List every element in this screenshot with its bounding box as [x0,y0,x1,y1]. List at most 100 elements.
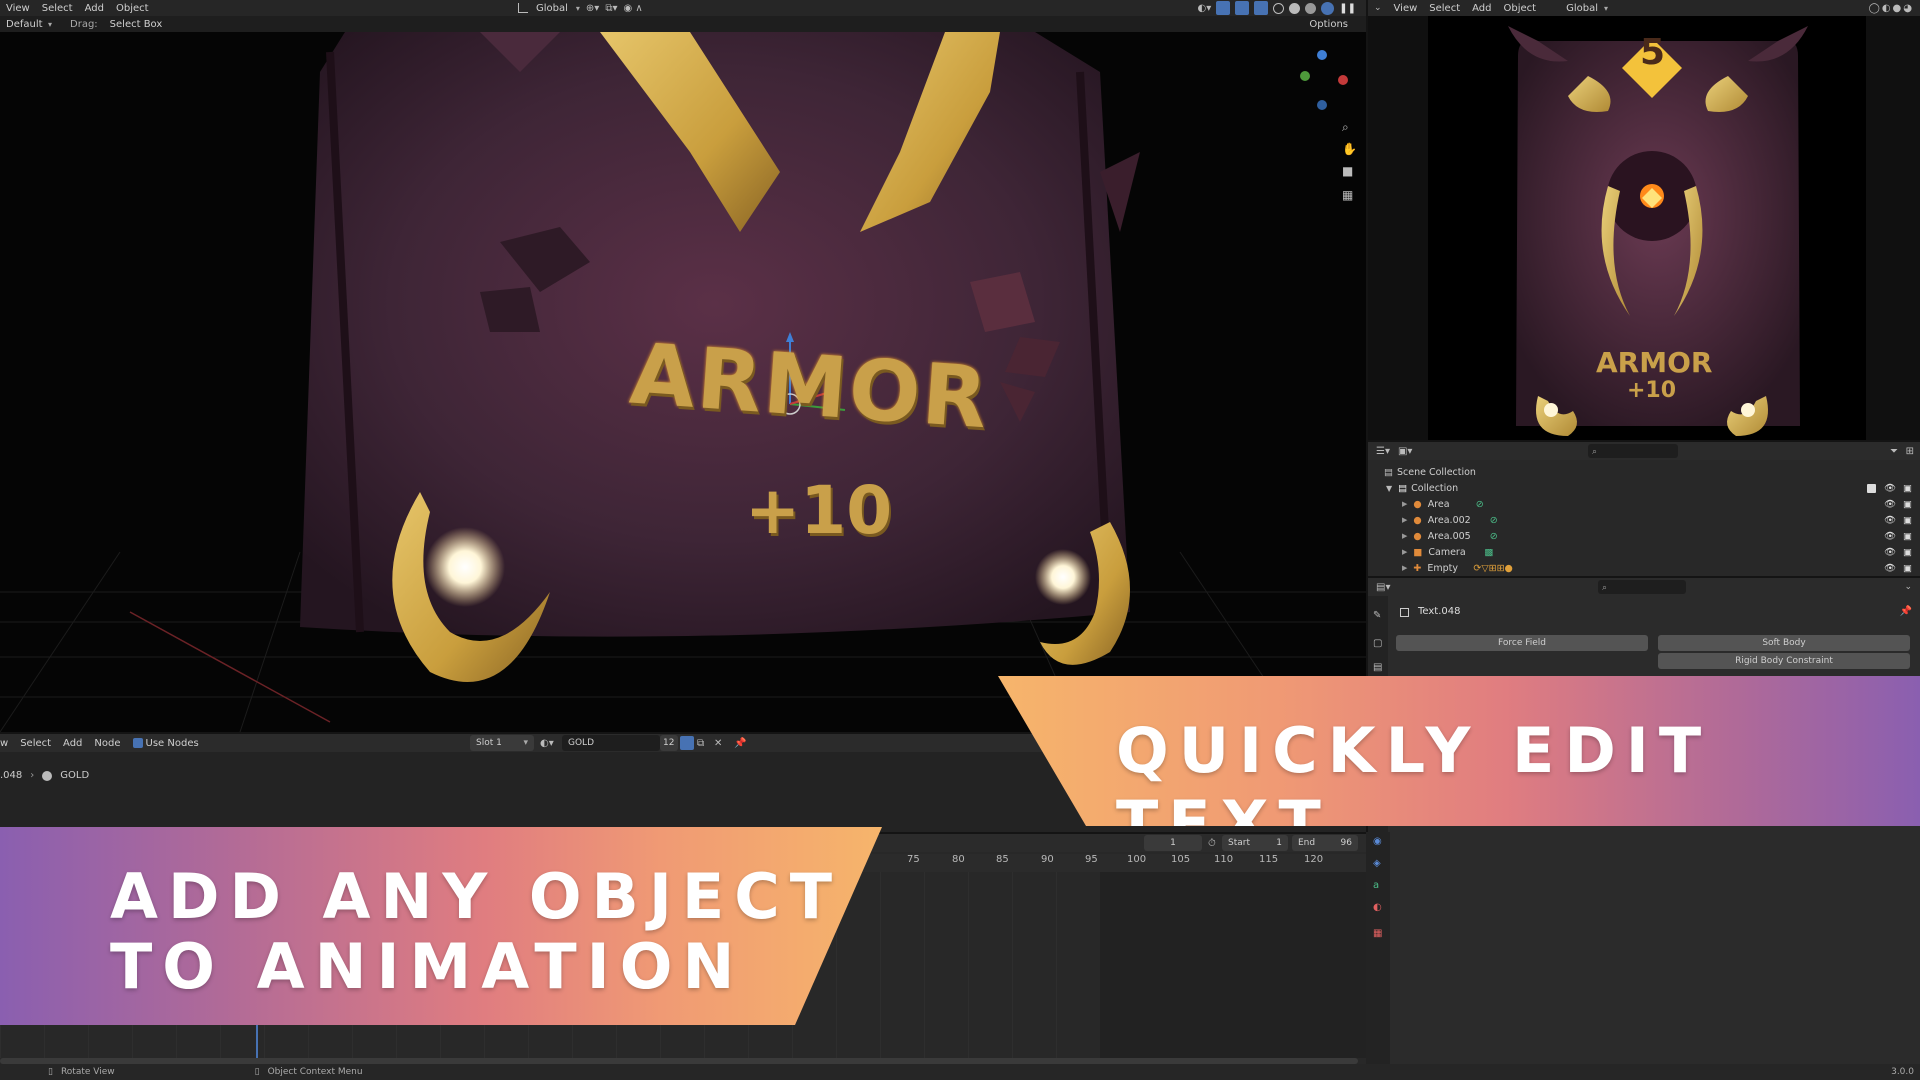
preview-orientation-dropdown[interactable]: Global [1560,3,1604,14]
expand-arrow-icon[interactable]: ▼ [1386,484,1392,493]
pivot-icon[interactable]: ⊕▾ [586,3,599,14]
expand-arrow-icon[interactable]: ▶ [1402,500,1407,508]
shading-wireframe-icon[interactable] [1273,2,1285,14]
display-mode-icon[interactable]: ▣▾ [1398,446,1412,457]
chevron-down-icon[interactable]: ⌄ [1904,582,1912,592]
eye-icon[interactable]: 👁 [1884,563,1896,574]
eye-icon[interactable]: 👁 [1884,499,1896,510]
end-frame-field[interactable]: End 96 [1292,835,1358,851]
eye-icon[interactable]: 👁 [1884,483,1896,494]
object-tab-icon[interactable]: ◉ [1373,836,1382,847]
camera-render-icon[interactable]: ▣ [1903,563,1912,574]
duplicate-material-icon[interactable]: ⧉ [697,738,704,749]
rigid-body-constraint-button[interactable]: Rigid Body Constraint [1658,653,1910,669]
expand-arrow-icon[interactable]: ▶ [1402,548,1407,556]
properties-search-field[interactable]: ⌕ [1598,580,1686,594]
material-tab-icon[interactable]: ◐ [1373,902,1382,913]
card-bonus-text[interactable]: +10 [745,472,892,549]
output-tab-icon[interactable]: ▤ [1373,662,1382,673]
camera-render-icon[interactable]: ▣ [1903,515,1912,526]
options-dropdown[interactable]: Options [1303,19,1354,30]
mouse-icon: ▯ [48,1067,53,1077]
filter-icon[interactable]: ⏷ [1890,446,1898,457]
grid-perspective-icon[interactable]: ▦ [1342,188,1353,202]
camera-render-icon[interactable]: ▣ [1903,531,1912,542]
preview-menu-select[interactable]: Select [1423,3,1466,14]
3d-viewport[interactable]: ARMOR +10 ⌕ ✋ ■ ▦ [0,32,1366,732]
overlay-toggle-icon[interactable] [1235,1,1250,15]
outliner-item[interactable]: ▶ ● Area ⊘ 👁 ▣ [1368,496,1920,512]
new-collection-icon[interactable]: ⊞ [1906,446,1914,457]
outliner-item[interactable]: ▶ ● Area.002 ⊘ 👁 ▣ [1368,512,1920,528]
menu-add[interactable]: Add [79,3,110,14]
render-tab-icon[interactable]: ▢ [1373,638,1382,649]
drag-select-dropdown[interactable]: Select Box [104,19,169,30]
camera-render-icon[interactable]: ▣ [1903,483,1912,494]
preview-menu-view[interactable]: View [1388,3,1424,14]
menu-select[interactable]: Select [36,3,79,14]
current-frame-value: 1 [1170,838,1176,848]
snap-icon[interactable]: ⧉▾ [605,3,617,14]
outliner-search-field[interactable]: ⌕ [1588,444,1678,458]
include-checkbox[interactable] [1867,483,1876,493]
navigation-gizmo[interactable] [1290,47,1350,117]
pin-icon[interactable]: 📌 [734,738,746,749]
force-field-button[interactable]: Force Field [1396,635,1648,651]
proportional-edit-icon[interactable]: ◉ ∧ [624,3,643,14]
camera-render-icon[interactable]: ▣ [1903,499,1912,510]
render-preview[interactable]: 5 ARMOR +10 [1368,16,1920,440]
pan-hand-icon[interactable]: ✋ [1342,142,1357,156]
shading-rendered-icon[interactable] [1321,1,1335,15]
texture-tab-icon[interactable]: ▦ [1373,928,1382,939]
visibility-icon[interactable]: ◐▾ [1197,3,1211,14]
shader-menu-add[interactable]: Add [57,738,88,749]
stopwatch-icon[interactable]: ⏱ [1208,838,1216,849]
expand-arrow-icon[interactable]: ▶ [1402,532,1407,540]
unlink-material-icon[interactable]: ✕ [714,738,722,749]
outliner-editor-icon[interactable]: ☰▾ [1368,446,1398,457]
slot-dropdown[interactable]: Slot 1 ▾ [470,735,534,751]
material-name-field[interactable]: GOLD [562,735,660,751]
shader-menu-view[interactable]: w [0,738,14,749]
shading-material-icon[interactable] [1305,2,1317,14]
soft-body-button[interactable]: Soft Body [1658,635,1910,651]
eye-icon[interactable]: 👁 [1884,515,1896,526]
preview-menu-object[interactable]: Object [1498,3,1543,14]
camera-render-icon[interactable]: ▣ [1903,547,1912,558]
material-users-count[interactable]: 12 [660,735,678,751]
preview-menu-add[interactable]: Add [1466,3,1497,14]
properties-editor-icon[interactable]: ▤▾ [1368,582,1398,593]
shader-menu-select[interactable]: Select [14,738,57,749]
eye-icon[interactable]: 👁 [1884,547,1896,558]
pause-icon[interactable]: ❚❚ [1339,3,1356,14]
tool-tab-icon[interactable]: ✎ [1373,610,1381,621]
material-browse-icon[interactable]: ◐▾ [540,738,554,749]
eye-icon[interactable]: 👁 [1884,531,1896,542]
pin-icon[interactable]: 📌 [1900,606,1912,617]
expand-arrow-icon[interactable]: ▶ [1402,516,1407,524]
data-tab-icon[interactable]: a [1373,880,1379,891]
menu-object[interactable]: Object [110,3,155,14]
preview-shading-icons[interactable]: ◯◐●◕ [1869,3,1914,14]
fake-user-shield-icon[interactable] [680,736,694,750]
outliner-collection[interactable]: ▼ ▤ Collection 👁 ▣ [1368,480,1920,496]
camera-view-icon[interactable]: ■ [1342,164,1353,178]
editor-type-icon[interactable]: ⌄ [1368,3,1388,13]
camera-data-icon: ▩ [1484,546,1494,558]
menu-view[interactable]: View [0,3,36,14]
shading-solid-icon[interactable] [1289,2,1301,14]
outliner-item[interactable]: ▶ ● Area.005 ⊘ 👁 ▣ [1368,528,1920,544]
zoom-icon[interactable]: ⌕ [1342,120,1349,135]
use-nodes-checkbox[interactable] [132,738,143,748]
xray-icon[interactable] [1254,1,1269,15]
outliner-item[interactable]: ▶ ✚ Empty ⟳▽⊞⊞● 👁 ▣ [1368,560,1920,576]
outliner-item[interactable]: ▶ ■ Camera ▩ 👁 ▣ [1368,544,1920,560]
orientation-dropdown[interactable]: Global [534,3,570,14]
start-frame-field[interactable]: Start 1 [1222,835,1288,851]
outliner-scene-collection[interactable]: ▤ Scene Collection [1368,464,1920,480]
gizmo-toggle-icon[interactable] [1216,1,1231,15]
modifier-tab-icon[interactable]: ◈ [1373,858,1381,869]
expand-arrow-icon[interactable]: ▶ [1402,564,1407,572]
shader-menu-node[interactable]: Node [88,738,126,749]
current-frame-field[interactable]: 1 [1144,835,1202,851]
